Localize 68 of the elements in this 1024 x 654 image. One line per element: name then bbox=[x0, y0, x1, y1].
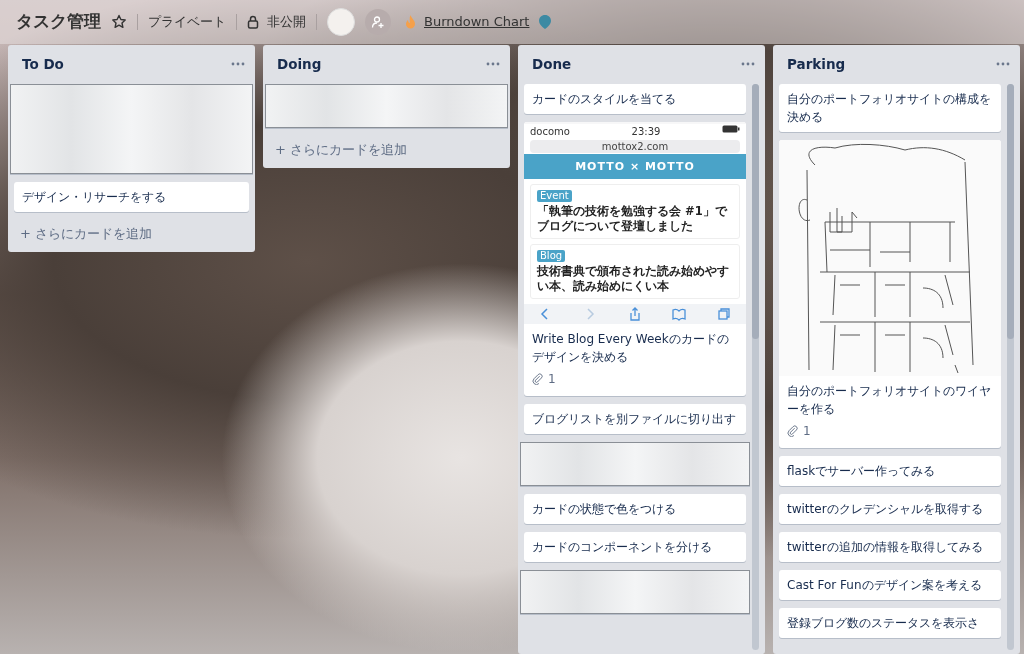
post-headline: 「執筆の技術を勉強する会 #1」でブログについて登壇しました bbox=[537, 204, 729, 235]
post-headline: 技術書典で頒布された読み始めやすい本、読み始めにくい本 bbox=[537, 264, 730, 295]
card-title: 自分のポートフォリオサイトのワイヤーを作る bbox=[786, 383, 992, 419]
more-icon[interactable] bbox=[231, 62, 245, 67]
board-title: タスク管理 bbox=[16, 10, 101, 34]
url-bar: mottox2.com bbox=[530, 140, 740, 154]
card[interactable]: カードの状態で色をつける bbox=[524, 494, 746, 525]
card-title: Write Blog Every Weekのカードのデザインを決める bbox=[531, 331, 730, 367]
more-icon[interactable] bbox=[741, 62, 755, 67]
add-card-button[interactable]: + さらにカードを追加 bbox=[8, 220, 255, 252]
card[interactable]: ブログリストを別ファイルに切り出す bbox=[524, 404, 746, 435]
card-title: 自分のポートフォリオサイトの構成を決める bbox=[787, 92, 991, 125]
card-title: Cast For Funのデザイン案を考える bbox=[787, 578, 982, 593]
card-title: デザイン・リサーチをする bbox=[22, 190, 166, 205]
tabs-icon bbox=[716, 307, 731, 322]
share-icon bbox=[627, 307, 642, 322]
scrollbar[interactable] bbox=[752, 84, 759, 650]
more-icon[interactable] bbox=[996, 62, 1010, 67]
lock-icon bbox=[247, 15, 259, 29]
redacted-card[interactable] bbox=[520, 570, 750, 615]
card[interactable]: カードのスタイルを当てる bbox=[524, 84, 746, 115]
card-title: カードの状態で色をつける bbox=[532, 502, 676, 517]
list-title[interactable]: Doing bbox=[277, 54, 322, 75]
card[interactable]: 登録ブログ数のステータスを表示さ bbox=[779, 608, 1001, 639]
site-header: MOTTO × MOTTO bbox=[524, 154, 746, 180]
list-title[interactable]: To Do bbox=[22, 54, 64, 75]
card[interactable]: twitterの追加の情報を取得してみる bbox=[779, 532, 1001, 563]
redacted-card[interactable] bbox=[10, 84, 253, 175]
book-icon bbox=[672, 307, 687, 322]
card[interactable]: docomo 23:39 mottox2.com MOTTO × MOTTO Event 「執筆の技術を勉強する会 #1」でブログについて登壇しました Blog 技術書典で頒布された読み始めやすい本、読み始めにくい本 Write Blog Every Weekのカードのデザインを決める 1 bbox=[524, 122, 746, 397]
post-tag: Event bbox=[537, 190, 572, 203]
card[interactable]: デザイン・リサーチをする bbox=[14, 182, 249, 213]
card-title: カードのスタイルを当てる bbox=[532, 92, 676, 107]
flame-icon bbox=[405, 15, 416, 29]
visibility-label[interactable]: 非公開 bbox=[267, 12, 306, 32]
paperclip-icon bbox=[532, 373, 544, 386]
redacted-card[interactable] bbox=[265, 84, 508, 129]
redacted-card[interactable] bbox=[520, 442, 750, 487]
card-title: カードのコンポーネントを分ける bbox=[532, 540, 712, 555]
battery-icon bbox=[722, 125, 740, 134]
card[interactable]: 自分のポートフォリオサイトの構成を決める bbox=[779, 84, 1001, 133]
card-title: flaskでサーバー作ってみる bbox=[787, 464, 936, 479]
card-title: twitterの追加の情報を取得してみる bbox=[787, 540, 983, 555]
burndown-chart-link[interactable]: Burndown Chart bbox=[424, 12, 530, 32]
team-label[interactable]: プライベート bbox=[148, 12, 226, 32]
scrollbar-thumb[interactable] bbox=[1007, 84, 1014, 339]
attachment-count: 1 bbox=[803, 423, 811, 441]
card-title: 登録ブログ数のステータスを表示さ bbox=[787, 616, 979, 631]
person-plus-icon bbox=[371, 15, 385, 29]
card[interactable]: 自分のポートフォリオサイトのワイヤーを作る 1 bbox=[779, 140, 1001, 449]
attachment-count: 1 bbox=[548, 371, 556, 389]
card[interactable]: flaskでサーバー作ってみる bbox=[779, 456, 1001, 487]
scrollbar-thumb[interactable] bbox=[752, 84, 759, 339]
list-title[interactable]: Done bbox=[532, 54, 572, 75]
scrollbar[interactable] bbox=[1007, 84, 1014, 650]
card[interactable]: Cast For Funのデザイン案を考える bbox=[779, 570, 1001, 601]
card-title: ブログリストを別ファイルに切り出す bbox=[532, 412, 736, 427]
carrier-label: docomo bbox=[530, 125, 570, 139]
star-icon[interactable] bbox=[111, 14, 127, 30]
post-tag: Blog bbox=[537, 250, 566, 263]
card[interactable]: カードのコンポーネントを分ける bbox=[524, 532, 746, 563]
add-card-button[interactable]: + さらにカードを追加 bbox=[263, 136, 510, 168]
more-icon[interactable] bbox=[486, 62, 500, 67]
list-title[interactable]: Parking bbox=[787, 54, 846, 75]
card-title: twitterのクレデンシャルを取得する bbox=[787, 502, 983, 517]
paperclip-icon bbox=[787, 425, 799, 438]
clock-label: 23:39 bbox=[631, 125, 661, 139]
card[interactable]: twitterのクレデンシャルを取得する bbox=[779, 494, 1001, 525]
